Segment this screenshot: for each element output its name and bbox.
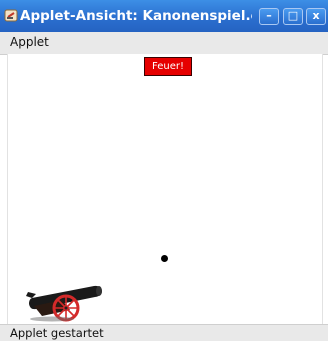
close-button[interactable]: x [306, 8, 326, 25]
title-bar[interactable]: Applet-Ansicht: Kanonenspiel.class – □ x [0, 0, 328, 33]
status-text: Applet gestartet [10, 326, 104, 340]
fire-button[interactable]: Feuer! [144, 57, 192, 76]
minimize-button[interactable]: – [259, 8, 279, 25]
maximize-button[interactable]: □ [283, 8, 303, 25]
menu-applet[interactable]: Applet [10, 35, 49, 49]
cannon-icon [26, 285, 102, 322]
status-bar: Applet gestartet [0, 324, 328, 341]
applet-viewer-window: Applet-Ansicht: Kanonenspiel.class – □ x… [0, 0, 328, 341]
java-app-icon [4, 9, 18, 22]
window-title: Applet-Ansicht: Kanonenspiel.class [20, 8, 252, 24]
cannonball [161, 255, 168, 262]
menu-bar: Applet [0, 32, 328, 55]
